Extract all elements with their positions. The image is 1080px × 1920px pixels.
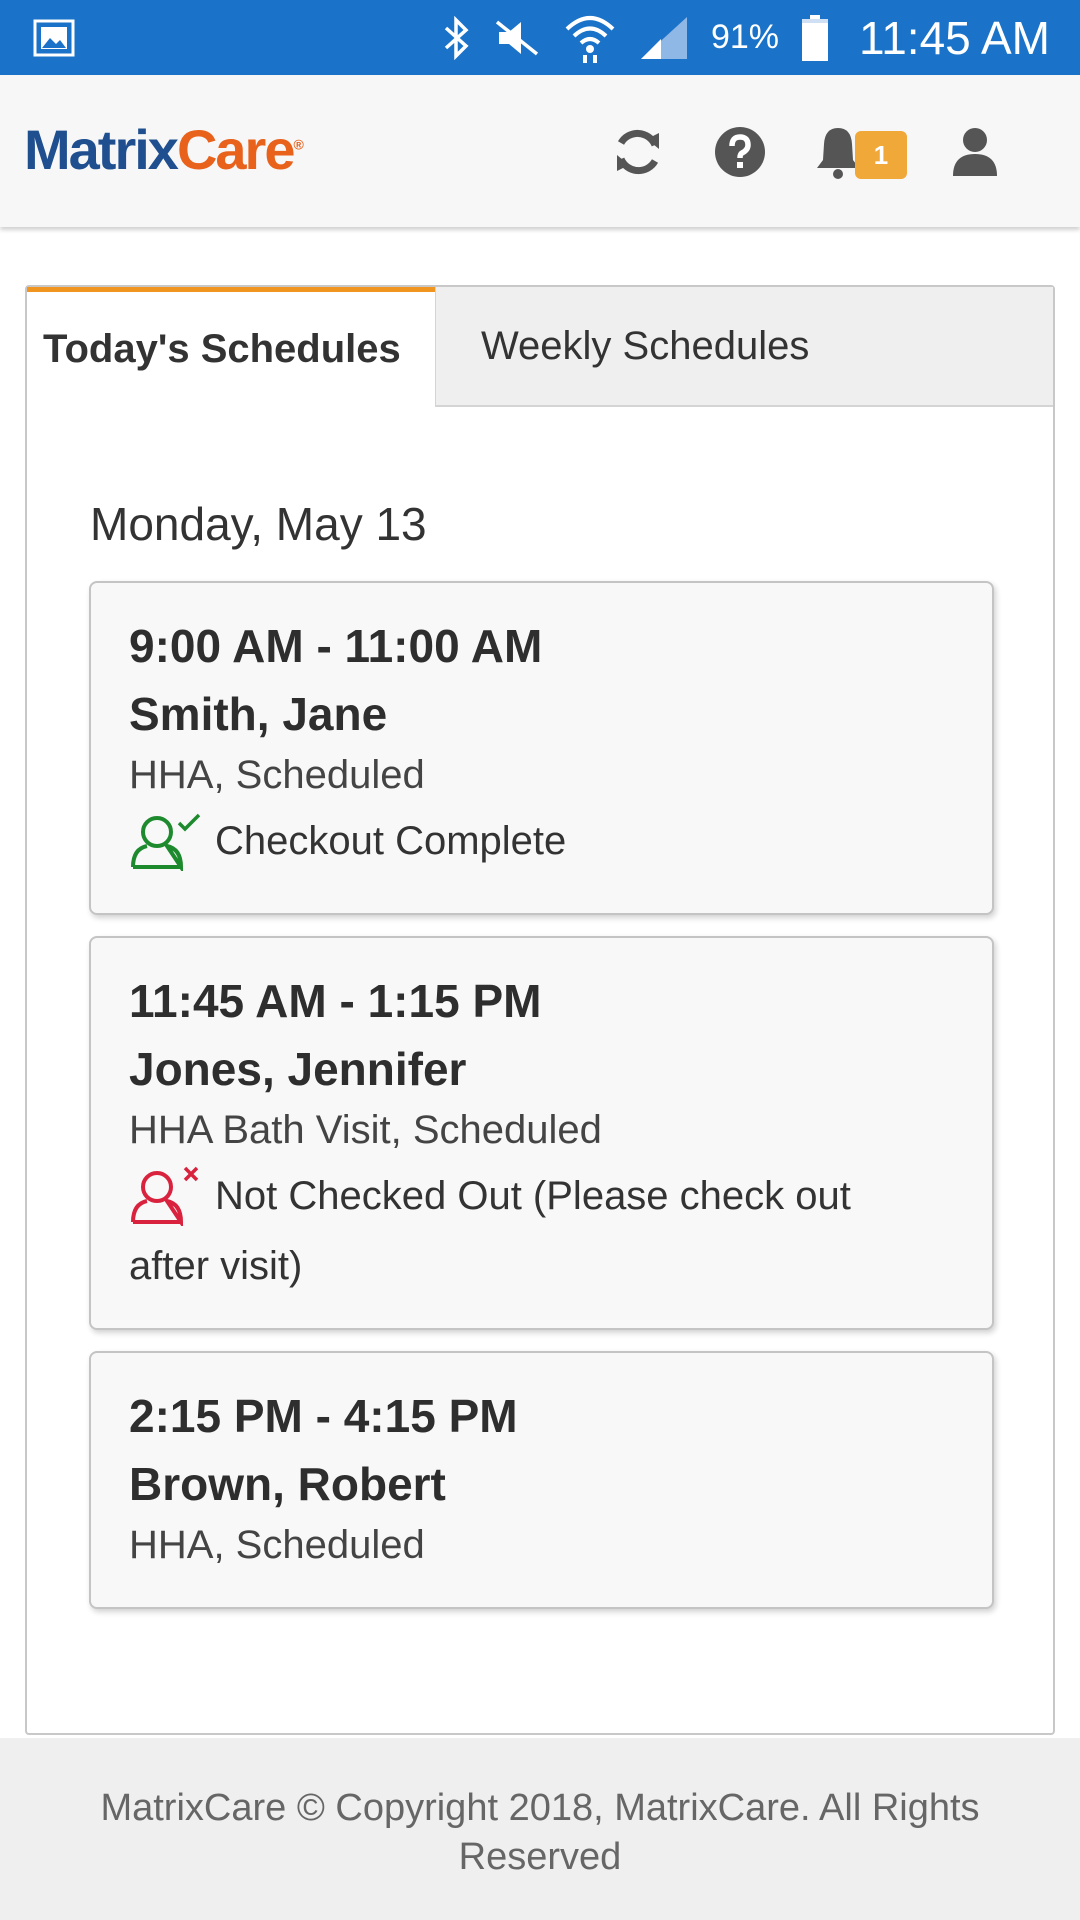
signal-icon bbox=[640, 16, 687, 59]
user-icon bbox=[953, 128, 997, 176]
visit-service: HHA, Scheduled bbox=[129, 753, 425, 797]
visit-card[interactable]: 11:45 AM - 1:15 PM Jones, Jennifer HHA B… bbox=[89, 936, 994, 1330]
visit-card[interactable]: 9:00 AM - 11:00 AM Smith, Jane HHA, Sche… bbox=[89, 581, 994, 915]
bluetooth-icon bbox=[444, 15, 469, 60]
mute-icon bbox=[495, 20, 539, 55]
notification-badge[interactable]: 1 bbox=[855, 131, 907, 179]
visit-status: Checkout Complete bbox=[129, 811, 566, 871]
visit-time: 2:15 PM - 4:15 PM bbox=[129, 1390, 518, 1442]
schedule-tabs: Today's Schedules Weekly Schedules bbox=[27, 287, 1053, 407]
schedules-panel: Today's Schedules Weekly Schedules Monda… bbox=[25, 285, 1055, 1735]
visit-time: 9:00 AM - 11:00 AM bbox=[129, 620, 543, 672]
help-icon bbox=[715, 127, 765, 177]
battery-percent: 91% bbox=[710, 18, 780, 56]
logo-matrix: Matrix bbox=[24, 118, 179, 181]
visit-client-name: Smith, Jane bbox=[129, 688, 388, 740]
visit-card[interactable]: 2:15 PM - 4:15 PM Brown, Robert HHA, Sch… bbox=[89, 1351, 994, 1609]
visit-status-text: Not Checked Out (Please check out bbox=[215, 1173, 851, 1218]
logo-registered-mark: ® bbox=[293, 136, 304, 153]
visit-service: HHA Bath Visit, Scheduled bbox=[129, 1108, 602, 1152]
matrixcare-logo[interactable]: MatrixCare® bbox=[24, 117, 304, 182]
app-header: MatrixCare® bbox=[0, 75, 1080, 227]
visit-service: HHA, Scheduled bbox=[129, 1523, 425, 1567]
not-checked-out-icon bbox=[131, 1166, 199, 1226]
footer: MatrixCare © Copyright 2018, MatrixCare.… bbox=[0, 1738, 1080, 1920]
gallery-icon bbox=[33, 19, 75, 57]
status-clock: 11:45 AM bbox=[859, 11, 1050, 64]
footer-copyright-line2: Reserved bbox=[458, 1836, 622, 1878]
visit-status-text: Checkout Complete bbox=[215, 818, 567, 863]
tab-weekly-schedules[interactable]: Weekly Schedules bbox=[435, 287, 1053, 407]
profile-button[interactable] bbox=[940, 117, 1010, 187]
visit-status-text-continued: after visit) bbox=[129, 1244, 303, 1288]
help-button[interactable] bbox=[705, 117, 775, 187]
visit-client-name: Jones, Jennifer bbox=[129, 1043, 467, 1095]
footer-copyright-line1: MatrixCare © Copyright 2018, MatrixCare.… bbox=[100, 1787, 980, 1829]
checked-out-icon bbox=[131, 813, 201, 871]
visit-status: Not Checked Out (Please check out bbox=[129, 1166, 851, 1226]
wifi-icon bbox=[565, 15, 615, 63]
battery-icon bbox=[802, 14, 829, 61]
visit-client-name: Brown, Robert bbox=[129, 1458, 446, 1510]
schedule-date-heading: Monday, May 13 bbox=[90, 498, 427, 550]
refresh-button[interactable] bbox=[603, 117, 673, 187]
refresh-icon bbox=[617, 129, 659, 175]
tab-todays-schedules[interactable]: Today's Schedules bbox=[27, 287, 435, 407]
visit-time: 11:45 AM - 1:15 PM bbox=[129, 975, 542, 1027]
logo-care: Care bbox=[176, 118, 296, 181]
status-bar: 91% 11:45 AM bbox=[0, 0, 1080, 75]
